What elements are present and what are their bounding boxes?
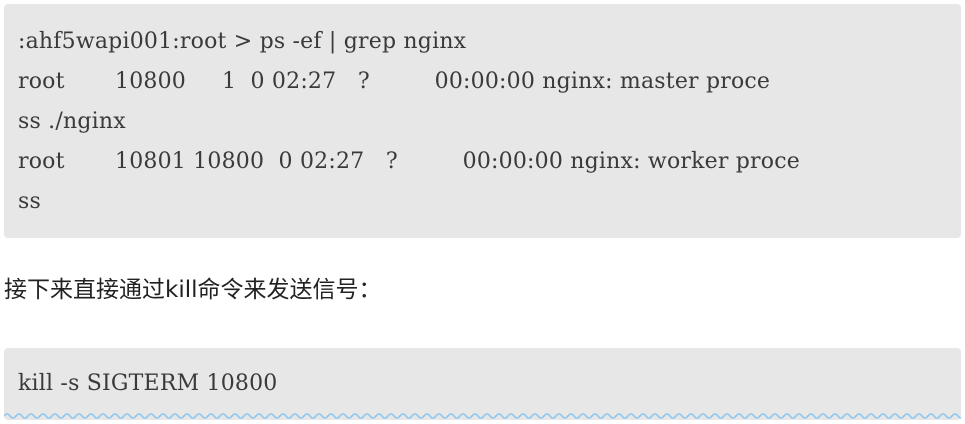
code-block-ps-output: :ahf5wapi001:root > ps -ef | grep nginx … [4, 4, 961, 238]
code-line: ss [18, 189, 41, 214]
spellcheck-squiggle [4, 413, 961, 419]
code-line: :ahf5wapi001:root > ps -ef | grep nginx [18, 29, 467, 54]
code-line: root 10801 10800 0 02:27 ? 00:00:00 ngin… [18, 149, 800, 174]
code-line: ss ./nginx [18, 109, 126, 134]
instruction-paragraph: 接下来直接通过kill命令来发送信号： [4, 277, 382, 303]
code-line: root 10800 1 0 02:27 ? 00:00:00 nginx: m… [18, 69, 771, 94]
